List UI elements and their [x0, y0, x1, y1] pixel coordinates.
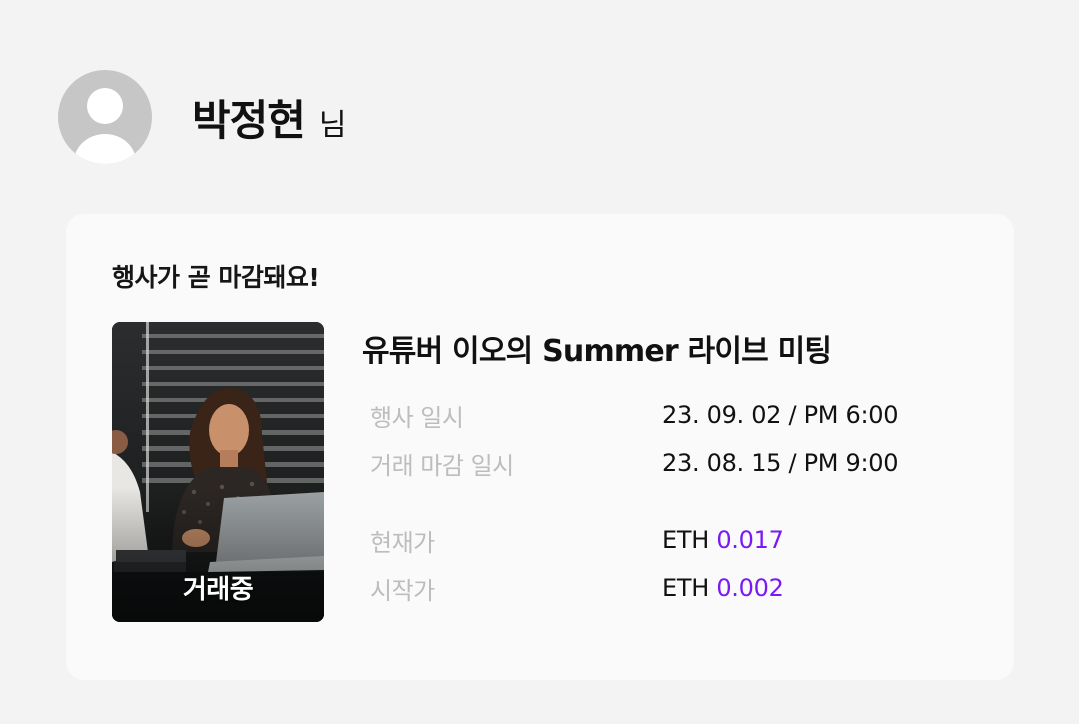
start-price-currency: ETH [662, 574, 709, 602]
current-price-value: ETH 0.017 [662, 526, 784, 554]
event-thumbnail[interactable]: 거래중 [112, 322, 324, 622]
event-date-label: 행사 일시 [370, 403, 464, 432]
start-price-value: ETH 0.002 [662, 574, 784, 602]
user-greeting: 박정현 님 [192, 87, 347, 148]
trade-deadline-label: 거래 마감 일시 [370, 451, 514, 480]
event-date-value: 23. 09. 02 / PM 6:00 [662, 401, 899, 429]
event-card[interactable]: 행사가 곧 마감돼요! 거래중 유튜버 이오의 Summer 라이브 미팅 행사… [66, 214, 1014, 680]
user-name: 박정현 [192, 95, 306, 145]
user-avatar-icon[interactable] [58, 70, 152, 164]
current-price-row: 현재가 ETH 0.017 [370, 523, 970, 557]
user-name-suffix: 님 [318, 107, 347, 143]
current-price-amount: 0.017 [716, 526, 784, 554]
start-price-row: 시작가 ETH 0.002 [370, 571, 970, 605]
user-profile: 박정현 님 [58, 70, 347, 164]
status-badge: 거래중 [182, 575, 254, 605]
start-price-label: 시작가 [370, 576, 435, 605]
card-heading: 행사가 곧 마감돼요! [112, 263, 320, 292]
trade-deadline-value: 23. 08. 15 / PM 9:00 [662, 449, 899, 477]
trade-deadline-row: 거래 마감 일시 23. 08. 15 / PM 9:00 [370, 446, 970, 480]
event-title[interactable]: 유튜버 이오의 Summer 라이브 미팅 [362, 326, 832, 370]
start-price-amount: 0.002 [716, 574, 784, 602]
event-date-row: 행사 일시 23. 09. 02 / PM 6:00 [370, 398, 970, 432]
current-price-currency: ETH [662, 526, 709, 554]
current-price-label: 현재가 [370, 528, 435, 557]
